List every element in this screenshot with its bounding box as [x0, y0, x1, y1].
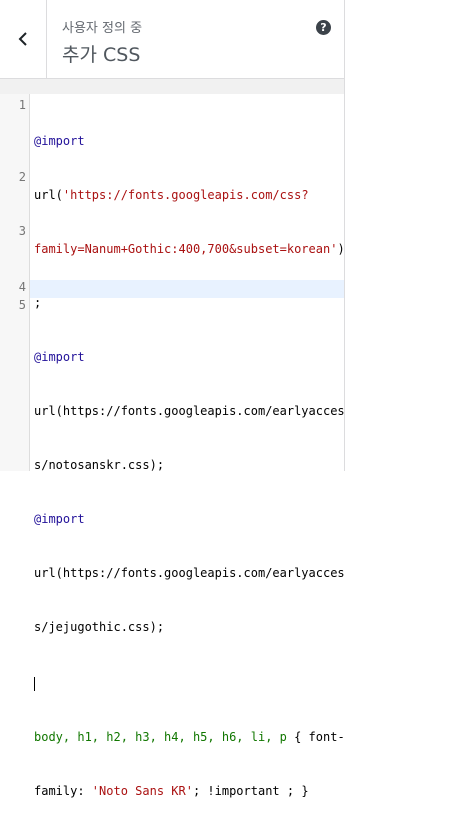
chevron-left-icon — [18, 32, 27, 46]
customizer-panel: 사용자 정의 중 추가 CSS ? 1 2 3 4 5 @import url(… — [0, 0, 345, 798]
code-token: s/jejugothic.css); — [34, 620, 165, 634]
code-content[interactable]: @import url('https://fonts.googleapis.co… — [34, 96, 345, 836]
code-token: family: — [34, 784, 92, 798]
code-token: ) — [337, 242, 345, 256]
line-number: 3 — [18, 224, 26, 238]
panel-header: 사용자 정의 중 추가 CSS ? — [0, 0, 344, 79]
line-number-gutter: 1 2 3 4 5 — [0, 94, 30, 471]
code-token: @import — [34, 134, 85, 148]
code-token: family=Nanum+Gothic:400,700&subset=korea… — [34, 242, 338, 256]
code-token: ; !important ; } — [192, 784, 309, 798]
code-token: body, h1, h2, h3, h4, h5, h6, li, p — [34, 730, 287, 744]
code-token: @import — [34, 350, 85, 364]
line-number: 1 — [18, 98, 26, 112]
code-token: url( — [34, 188, 63, 202]
code-token: ; — [34, 296, 42, 310]
text-cursor — [34, 676, 35, 691]
line-number: 5 — [18, 298, 26, 312]
code-token: url(https://fonts.googleapis.com/earlyac… — [34, 566, 345, 580]
css-code-editor[interactable]: 1 2 3 4 5 @import url('https://fonts.goo… — [0, 94, 345, 798]
back-button[interactable] — [0, 0, 47, 78]
line-number: 2 — [18, 170, 26, 184]
panel-title: 추가 CSS — [62, 44, 141, 66]
line-number: 4 — [18, 280, 26, 294]
code-token: @import — [34, 512, 85, 526]
code-token: 'Noto Sans KR' — [91, 784, 193, 798]
code-token: s/notosanskr.css); — [34, 458, 165, 472]
code-token: 'https://fonts.googleapis.com/css? — [62, 188, 309, 202]
panel-subtitle: 사용자 정의 중 — [62, 21, 143, 36]
code-token: { font- — [286, 730, 345, 744]
code-token: url(https://fonts.googleapis.com/earlyac… — [34, 404, 345, 418]
help-icon[interactable]: ? — [316, 20, 331, 35]
